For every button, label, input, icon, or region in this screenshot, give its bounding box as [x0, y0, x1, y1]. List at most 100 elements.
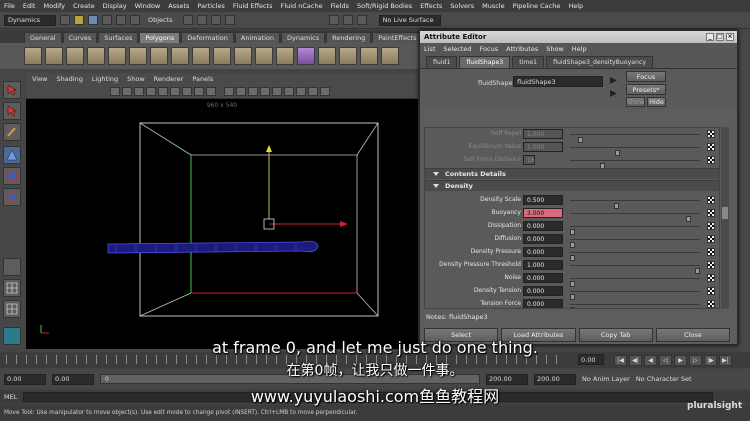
- shelf-icon[interactable]: [297, 47, 315, 65]
- shelf-icon[interactable]: [108, 47, 126, 65]
- map-button-icon[interactable]: [707, 248, 715, 256]
- select-object-icon[interactable]: [116, 15, 126, 25]
- attribute-slider[interactable]: [570, 252, 700, 261]
- map-button-icon[interactable]: [707, 143, 715, 151]
- select-hierarchy-icon[interactable]: [102, 15, 112, 25]
- maximize-icon[interactable]: □: [716, 33, 724, 41]
- panel-menu-renderer[interactable]: Renderer: [154, 75, 184, 83]
- menu-set-dropdown[interactable]: Dynamics: [4, 14, 56, 26]
- map-button-icon[interactable]: [707, 130, 715, 138]
- shelf-tab-general[interactable]: General: [24, 32, 62, 43]
- snap-curve-icon[interactable]: [196, 15, 207, 25]
- shelf-tab-polygons[interactable]: Polygons: [139, 32, 181, 43]
- contents-details-section[interactable]: Contents Details: [425, 168, 719, 179]
- map-button-icon[interactable]: [707, 156, 715, 164]
- snap-grid-icon[interactable]: [182, 15, 193, 25]
- shelf-tab-dynamics[interactable]: Dynamics: [281, 32, 326, 43]
- map-button-icon[interactable]: [707, 235, 715, 243]
- menu-muscle[interactable]: Muscle: [482, 2, 505, 10]
- panel-tool-icon[interactable]: [206, 87, 216, 96]
- menu-particles[interactable]: Particles: [197, 2, 224, 10]
- ipr-render-icon[interactable]: [342, 15, 353, 25]
- open-scene-icon[interactable]: [74, 15, 84, 25]
- menu-create[interactable]: Create: [73, 2, 95, 10]
- shelf-icon[interactable]: [318, 47, 336, 65]
- map-button-icon[interactable]: [707, 209, 715, 217]
- show-button[interactable]: Show: [626, 97, 645, 107]
- shelf-icon[interactable]: [150, 47, 168, 65]
- ae-menu-selected[interactable]: Selected: [443, 45, 471, 53]
- paint-select-tool-icon[interactable]: [3, 123, 21, 141]
- menu-pipeline-cache[interactable]: Pipeline Cache: [513, 2, 561, 10]
- move-tool-icon[interactable]: [3, 146, 21, 164]
- shelf-icon[interactable]: [171, 47, 189, 65]
- shelf-tab-painteffects[interactable]: PaintEffects: [372, 32, 423, 43]
- slider-knob[interactable]: [570, 307, 575, 308]
- panel-tool-icon[interactable]: [182, 87, 192, 96]
- render-icon[interactable]: [328, 15, 339, 25]
- shelf-icon[interactable]: [66, 47, 84, 65]
- panel-tool-icon[interactable]: [248, 87, 258, 96]
- menu-modify[interactable]: Modify: [43, 2, 65, 10]
- shelf-icon[interactable]: [213, 47, 231, 65]
- panel-tool-icon[interactable]: [110, 87, 120, 96]
- menu-help[interactable]: Help: [568, 2, 583, 10]
- map-button-icon[interactable]: [707, 196, 715, 204]
- panel-tool-icon[interactable]: [134, 87, 144, 96]
- shelf-tab-curves[interactable]: Curves: [62, 32, 98, 43]
- menu-assets[interactable]: Assets: [168, 2, 189, 10]
- attribute-value[interactable]: 0.500: [523, 195, 563, 205]
- panel-menu-view[interactable]: View: [32, 75, 47, 83]
- lasso-tool-icon[interactable]: [3, 102, 21, 120]
- shelf-icon[interactable]: [276, 47, 294, 65]
- scale-tool-icon[interactable]: [3, 188, 21, 206]
- map-button-icon[interactable]: [707, 222, 715, 230]
- shelf-tab-deformation[interactable]: Deformation: [181, 32, 234, 43]
- shelf-icon[interactable]: [192, 47, 210, 65]
- ae-menu-list[interactable]: List: [424, 45, 435, 53]
- attribute-value[interactable]: 0.000: [523, 273, 563, 283]
- attribute-editor-titlebar[interactable]: Attribute Editor _ □ ×: [420, 31, 737, 43]
- panel-tool-icon[interactable]: [272, 87, 282, 96]
- attribute-value[interactable]: 1.000: [523, 129, 563, 139]
- perspective-viewport[interactable]: 960 x 540: [26, 99, 418, 349]
- panel-tool-icon[interactable]: [236, 87, 246, 96]
- shelf-tab-animation[interactable]: Animation: [234, 32, 281, 43]
- menu-file[interactable]: File: [4, 2, 15, 10]
- ae-tab-time1[interactable]: time1: [512, 56, 545, 68]
- menu-effects[interactable]: Effects: [420, 2, 442, 10]
- ae-tab-fluid1[interactable]: fluid1: [426, 56, 458, 68]
- menu-solvers[interactable]: Solvers: [450, 2, 474, 10]
- ae-tab-fluidshape3_densitybuoyancy[interactable]: fluidShape3_densityBuoyancy: [546, 56, 654, 68]
- menu-fluid-ncache[interactable]: Fluid nCache: [281, 2, 323, 10]
- minimize-icon[interactable]: _: [706, 33, 714, 41]
- shelf-tab-rendering[interactable]: Rendering: [326, 32, 372, 43]
- node-name-field[interactable]: fluidShape3: [513, 76, 603, 87]
- attribute-slider[interactable]: [570, 304, 700, 308]
- ae-tab-fluidshape3[interactable]: fluidShape3: [459, 56, 511, 68]
- attribute-value[interactable]: 0.000: [523, 234, 563, 244]
- fluid-container-wireframe[interactable]: [26, 99, 418, 349]
- menu-display[interactable]: Display: [103, 2, 127, 10]
- panel-menu-show[interactable]: Show: [127, 75, 145, 83]
- snap-point-icon[interactable]: [210, 15, 221, 25]
- attribute-slider[interactable]: [570, 278, 700, 287]
- shelf-tab-surfaces[interactable]: Surfaces: [98, 32, 139, 43]
- hide-button[interactable]: Hide: [647, 97, 666, 107]
- attribute-slider[interactable]: [570, 147, 700, 156]
- shelf-icon[interactable]: [381, 47, 399, 65]
- panel-tool-icon[interactable]: [158, 87, 168, 96]
- map-button-icon[interactable]: [707, 274, 715, 282]
- menu-fields[interactable]: Fields: [331, 2, 349, 10]
- ae-menu-attributes[interactable]: Attributes: [506, 45, 538, 53]
- menu-soft-rigid-bodies[interactable]: Soft/Rigid Bodies: [357, 2, 412, 10]
- layout-single-icon[interactable]: [3, 258, 21, 276]
- map-button-icon[interactable]: [707, 261, 715, 269]
- attribute-value[interactable]: 0.000: [523, 247, 563, 257]
- select-component-icon[interactable]: [130, 15, 140, 25]
- attribute-value[interactable]: 0.000: [523, 221, 563, 231]
- panel-menu-lighting[interactable]: Lighting: [92, 75, 118, 83]
- shelf-icon[interactable]: [360, 47, 378, 65]
- panel-tool-icon[interactable]: [146, 87, 156, 96]
- panel-tool-icon[interactable]: [194, 87, 204, 96]
